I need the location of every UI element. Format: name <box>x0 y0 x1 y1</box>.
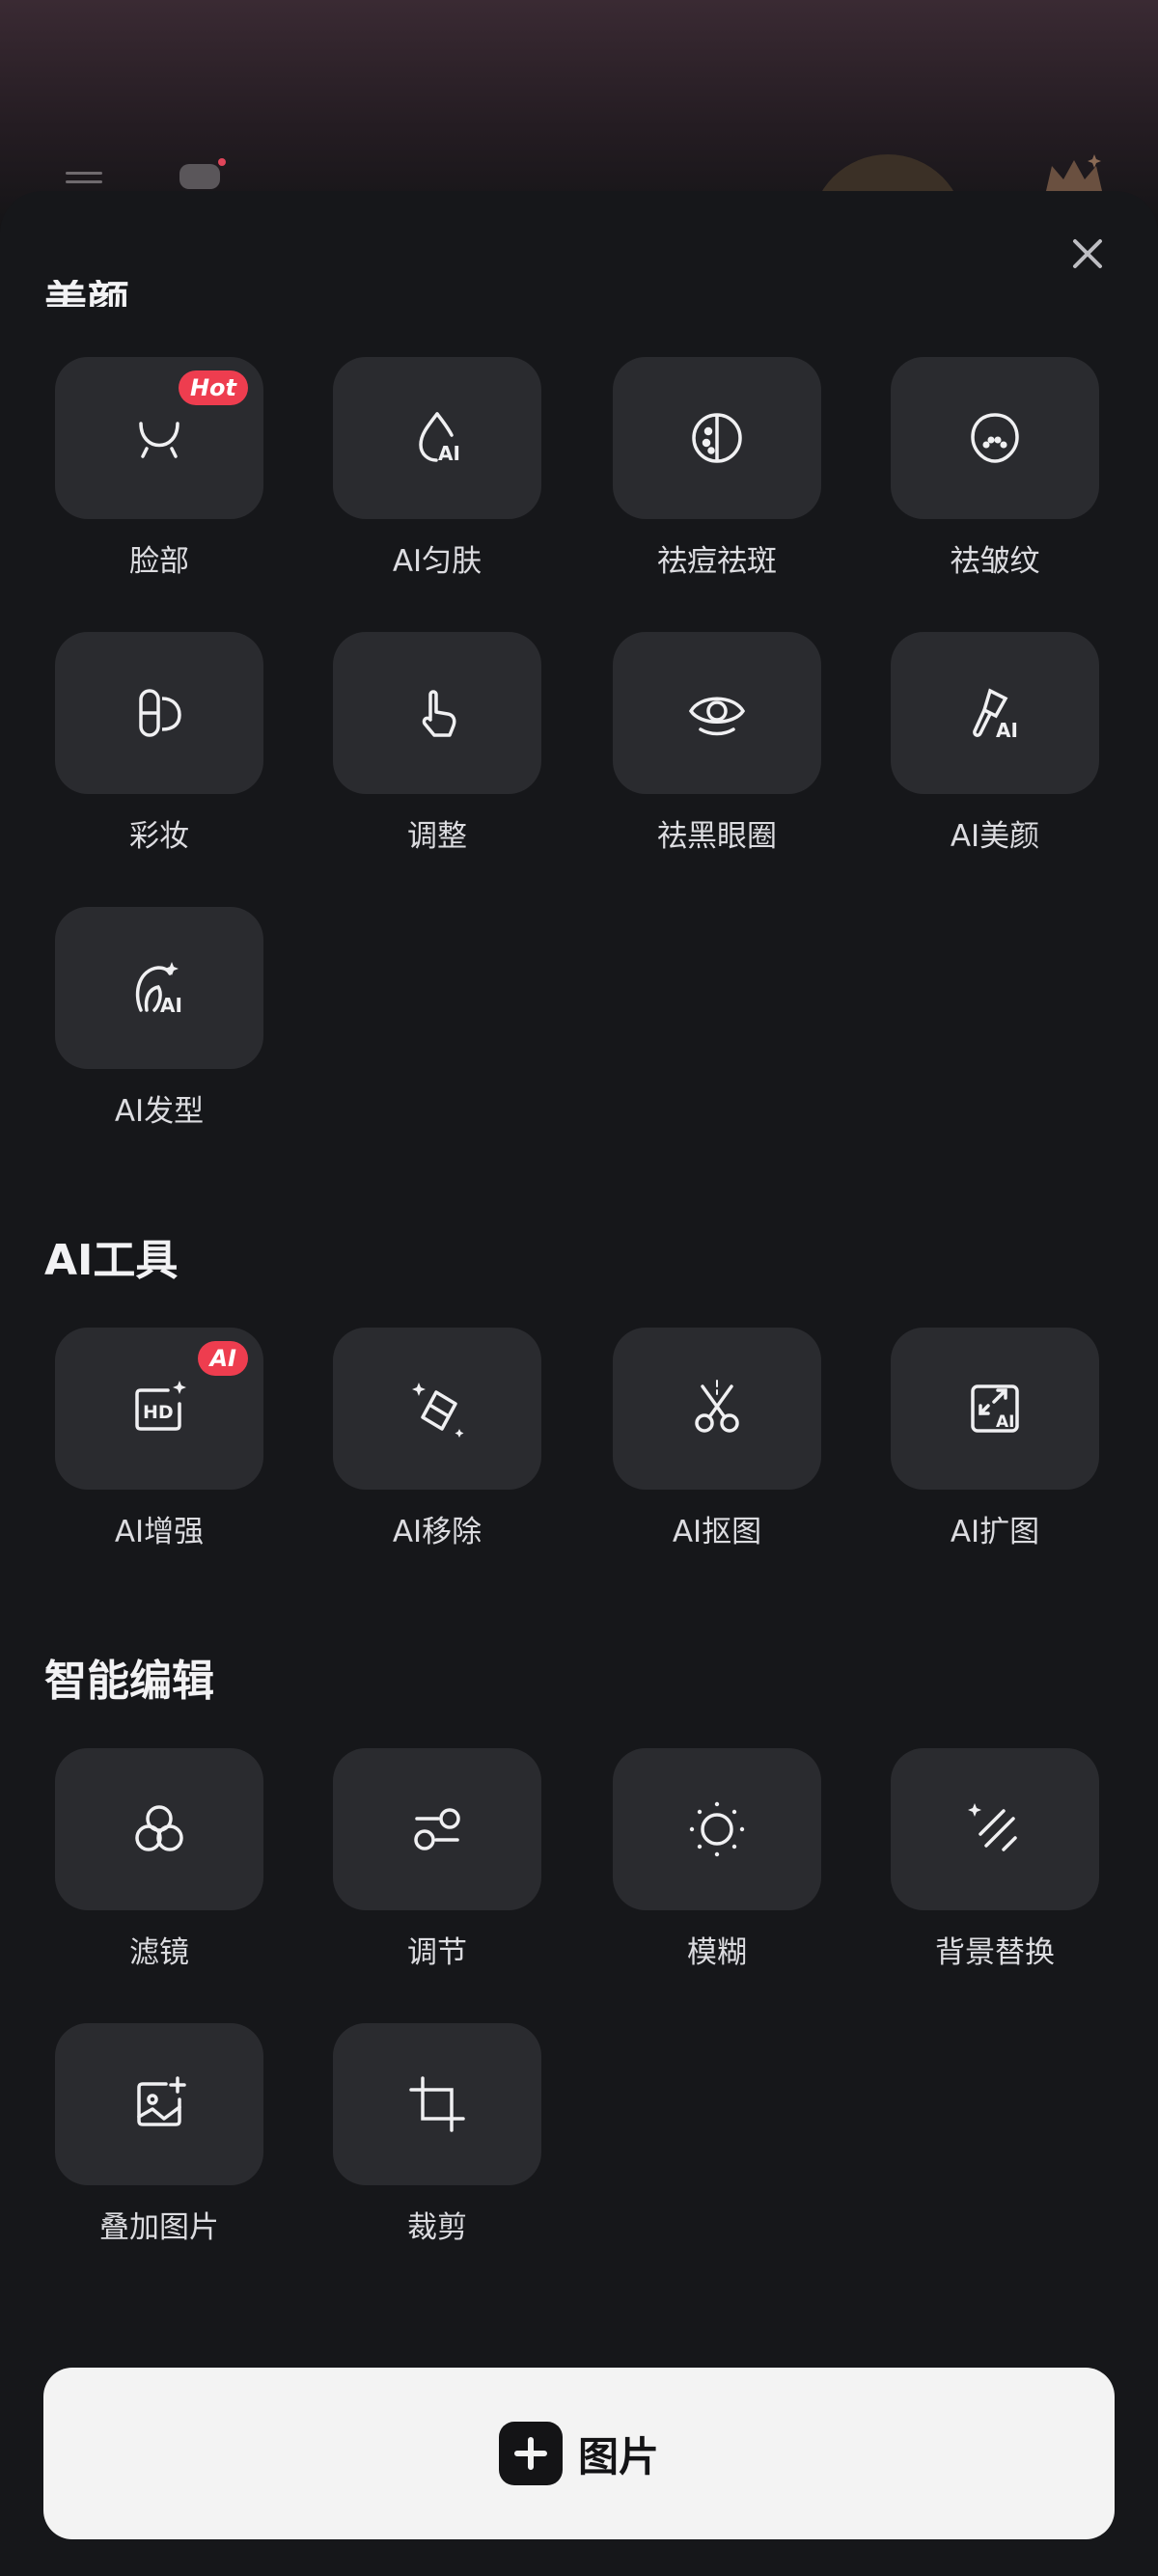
tool-ai-beauty-tile[interactable]: AI <box>891 632 1099 794</box>
tool-label: 祛痘祛斑 <box>657 544 777 579</box>
tool-blur[interactable]: 模糊 <box>613 1748 821 1971</box>
svg-text:HD: HD <box>143 1402 174 1423</box>
tool-ai-cutout[interactable]: AI抠图 <box>613 1328 821 1550</box>
tool-face[interactable]: Hot 脸部 <box>55 357 263 580</box>
tool-label: 滤镜 <box>129 1935 189 1970</box>
brush-ai-icon: AI <box>973 688 1018 742</box>
tool-ai-hair-tile[interactable]: AI <box>55 907 263 1069</box>
svg-text:AI: AI <box>996 719 1018 742</box>
eye-icon <box>688 697 746 736</box>
tool-label: 调节 <box>407 1935 467 1970</box>
makeup-icon <box>139 689 181 737</box>
ai-badge: AI <box>198 1341 248 1376</box>
add-image-icon <box>137 2076 186 2126</box>
tool-label: 脸部 <box>129 544 189 579</box>
eraser-icon <box>412 1383 464 1438</box>
section-title-smart-edit: 智能编辑 <box>44 1657 214 1706</box>
tool-label: 彩妆 <box>129 819 189 854</box>
tool-label: AI发型 <box>114 1094 205 1129</box>
tool-crop-tile[interactable] <box>333 2023 541 2185</box>
filter-circles-icon <box>135 1805 183 1851</box>
droplet-ai-icon: AI <box>419 412 460 465</box>
notification-dot <box>218 158 226 166</box>
tool-crop[interactable]: 裁剪 <box>333 2023 541 2246</box>
tool-ai-expand[interactable]: AI AI扩图 <box>891 1328 1099 1550</box>
crop-icon <box>409 2076 465 2132</box>
tool-dark-circles[interactable]: 祛黑眼圈 <box>613 632 821 855</box>
tool-label: AI移除 <box>392 1515 482 1549</box>
tool-label: 裁剪 <box>407 2210 467 2245</box>
svg-text:AI: AI <box>438 442 460 465</box>
tool-bg-replace-tile[interactable] <box>891 1748 1099 1910</box>
section-title-beauty: 美颜 <box>44 280 129 307</box>
svg-text:AI: AI <box>996 1412 1014 1432</box>
add-image-label: 图片 <box>577 2432 659 2480</box>
tool-face-tile[interactable]: Hot <box>55 357 263 519</box>
face-contour-icon <box>139 422 179 458</box>
tool-bg-replace[interactable]: 背景替换 <box>891 1748 1099 1971</box>
tool-filter-tile[interactable] <box>55 1748 263 1910</box>
tool-label: AI扩图 <box>950 1515 1040 1549</box>
tool-ai-enhance[interactable]: HD AI AI增强 <box>55 1328 263 1550</box>
scissors-icon <box>695 1380 739 1433</box>
tool-label: 祛黑眼圈 <box>657 819 777 854</box>
magic-wand-icon <box>968 1803 1017 1851</box>
tool-blur-tile[interactable] <box>613 1748 821 1910</box>
tool-tune-tile[interactable] <box>333 1748 541 1910</box>
tool-filter[interactable]: 滤镜 <box>55 1748 263 1971</box>
tool-label: 背景替换 <box>935 1935 1055 1970</box>
tools-bottom-sheet: 美颜 Hot 脸部 AI AI匀肤 祛痘祛斑 祛皱纹 彩妆 调整 祛黑眼圈 AI… <box>0 191 1158 2576</box>
tool-wrinkle[interactable]: 祛皱纹 <box>891 357 1099 580</box>
tool-acne-tile[interactable] <box>613 357 821 519</box>
section-title-ai-tools: AI工具 <box>44 1236 179 1285</box>
blur-icon <box>689 1801 745 1857</box>
svg-text:AI: AI <box>160 994 182 1017</box>
tool-ai-remove[interactable]: AI移除 <box>333 1328 541 1550</box>
tool-adjust[interactable]: 调整 <box>333 632 541 855</box>
game-controller-icon <box>179 164 220 189</box>
tool-dark-circles-tile[interactable] <box>613 632 821 794</box>
tool-ai-remove-tile[interactable] <box>333 1328 541 1490</box>
tool-overlay-image-tile[interactable] <box>55 2023 263 2185</box>
tool-wrinkle-tile[interactable] <box>891 357 1099 519</box>
acne-spot-icon <box>692 413 742 463</box>
tool-ai-beauty[interactable]: AI AI美颜 <box>891 632 1099 855</box>
plus-icon <box>498 2422 563 2485</box>
wrinkle-face-icon <box>971 413 1019 463</box>
tool-label: 调整 <box>407 819 467 854</box>
tool-ai-cutout-tile[interactable] <box>613 1328 821 1490</box>
expand-ai-icon: AI <box>971 1384 1019 1433</box>
add-image-button[interactable]: 图片 <box>43 2368 1115 2539</box>
tool-ai-hair[interactable]: AI AI发型 <box>55 907 263 1130</box>
hair-ai-icon: AI <box>135 962 182 1017</box>
tool-ai-skin[interactable]: AI AI匀肤 <box>333 357 541 580</box>
tool-label: AI增强 <box>114 1515 205 1549</box>
tool-label: AI抠图 <box>672 1515 762 1549</box>
tool-adjust-tile[interactable] <box>333 632 541 794</box>
tool-makeup[interactable]: 彩妆 <box>55 632 263 855</box>
tool-label: 祛皱纹 <box>950 544 1040 579</box>
hand-adjust-icon <box>422 690 456 737</box>
tool-ai-expand-tile[interactable]: AI <box>891 1328 1099 1490</box>
tool-label: 叠加图片 <box>99 2210 219 2245</box>
tool-acne[interactable]: 祛痘祛斑 <box>613 357 821 580</box>
menu-icon <box>66 172 102 185</box>
tool-label: 模糊 <box>687 1935 747 1970</box>
tool-ai-enhance-tile[interactable]: HD AI <box>55 1328 263 1490</box>
tool-overlay-image[interactable]: 叠加图片 <box>55 2023 263 2246</box>
tool-ai-skin-tile[interactable]: AI <box>333 357 541 519</box>
tool-tune[interactable]: 调节 <box>333 1748 541 1971</box>
tool-makeup-tile[interactable] <box>55 632 263 794</box>
hot-badge: Hot <box>178 370 248 405</box>
tool-label: AI匀肤 <box>392 544 482 579</box>
tool-label: AI美颜 <box>950 819 1040 854</box>
sliders-icon <box>414 1808 460 1850</box>
close-icon[interactable] <box>1063 230 1112 278</box>
hd-enhance-icon: HD <box>135 1381 186 1431</box>
